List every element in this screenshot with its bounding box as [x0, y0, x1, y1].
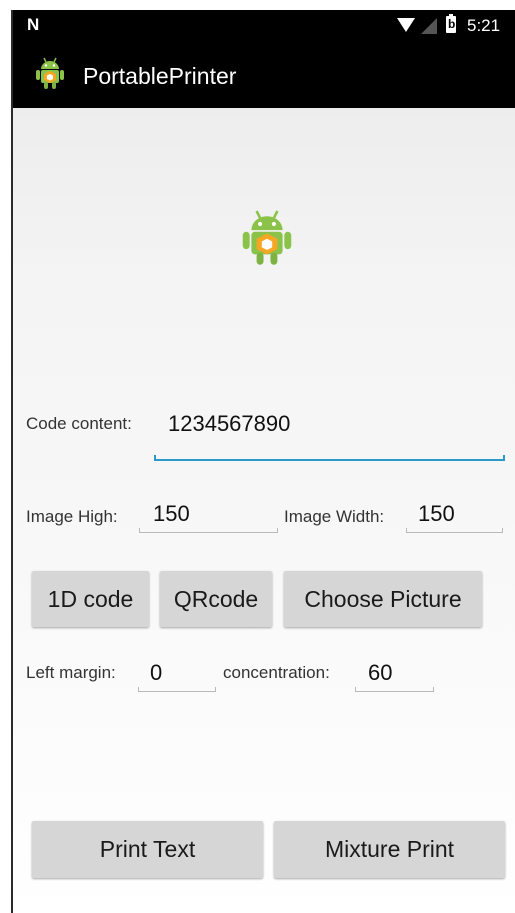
battery-glyph: b — [448, 17, 456, 31]
concentration-underline — [355, 687, 434, 692]
left-margin-label: Left margin: — [26, 663, 116, 682]
mixture-print-button[interactable]: Mixture Print — [274, 821, 505, 878]
android-robot-icon — [242, 210, 292, 265]
concentration-label: concentration: — [223, 663, 330, 682]
signal-icon — [421, 18, 437, 34]
code-content-label: Code content: — [26, 414, 132, 433]
app-bar: PortablePrinter — [13, 42, 515, 108]
print-text-button[interactable]: Print Text — [32, 821, 263, 878]
image-width-underline — [406, 528, 503, 533]
app-title: PortablePrinter — [83, 63, 237, 89]
qrcode-button[interactable]: QRcode — [160, 571, 272, 627]
choose-picture-button[interactable]: Choose Picture — [284, 571, 482, 627]
status-time: 5:21 — [467, 16, 501, 35]
1d-code-button[interactable]: 1D code — [32, 571, 149, 627]
code-content-underline — [154, 455, 505, 461]
image-high-input[interactable]: 150 — [153, 501, 190, 527]
status-bar: N b 5:21 — [13, 10, 515, 42]
wifi-icon — [397, 18, 415, 32]
battery-icon: b — [446, 14, 456, 33]
left-margin-underline — [138, 687, 216, 692]
left-margin-input[interactable]: 0 — [150, 660, 162, 686]
image-high-label: Image High: — [26, 507, 118, 526]
image-width-input[interactable]: 150 — [418, 501, 455, 527]
phone-screen: N b 5:21 PortablePrinter Code content: 1… — [13, 10, 515, 913]
android-robot-icon — [36, 57, 64, 89]
notification-n-icon: N — [27, 15, 39, 34]
concentration-input[interactable]: 60 — [368, 660, 392, 686]
code-content-input[interactable]: 1234567890 — [168, 411, 290, 437]
image-high-underline — [139, 528, 278, 533]
image-width-label: Image Width: — [284, 507, 385, 526]
